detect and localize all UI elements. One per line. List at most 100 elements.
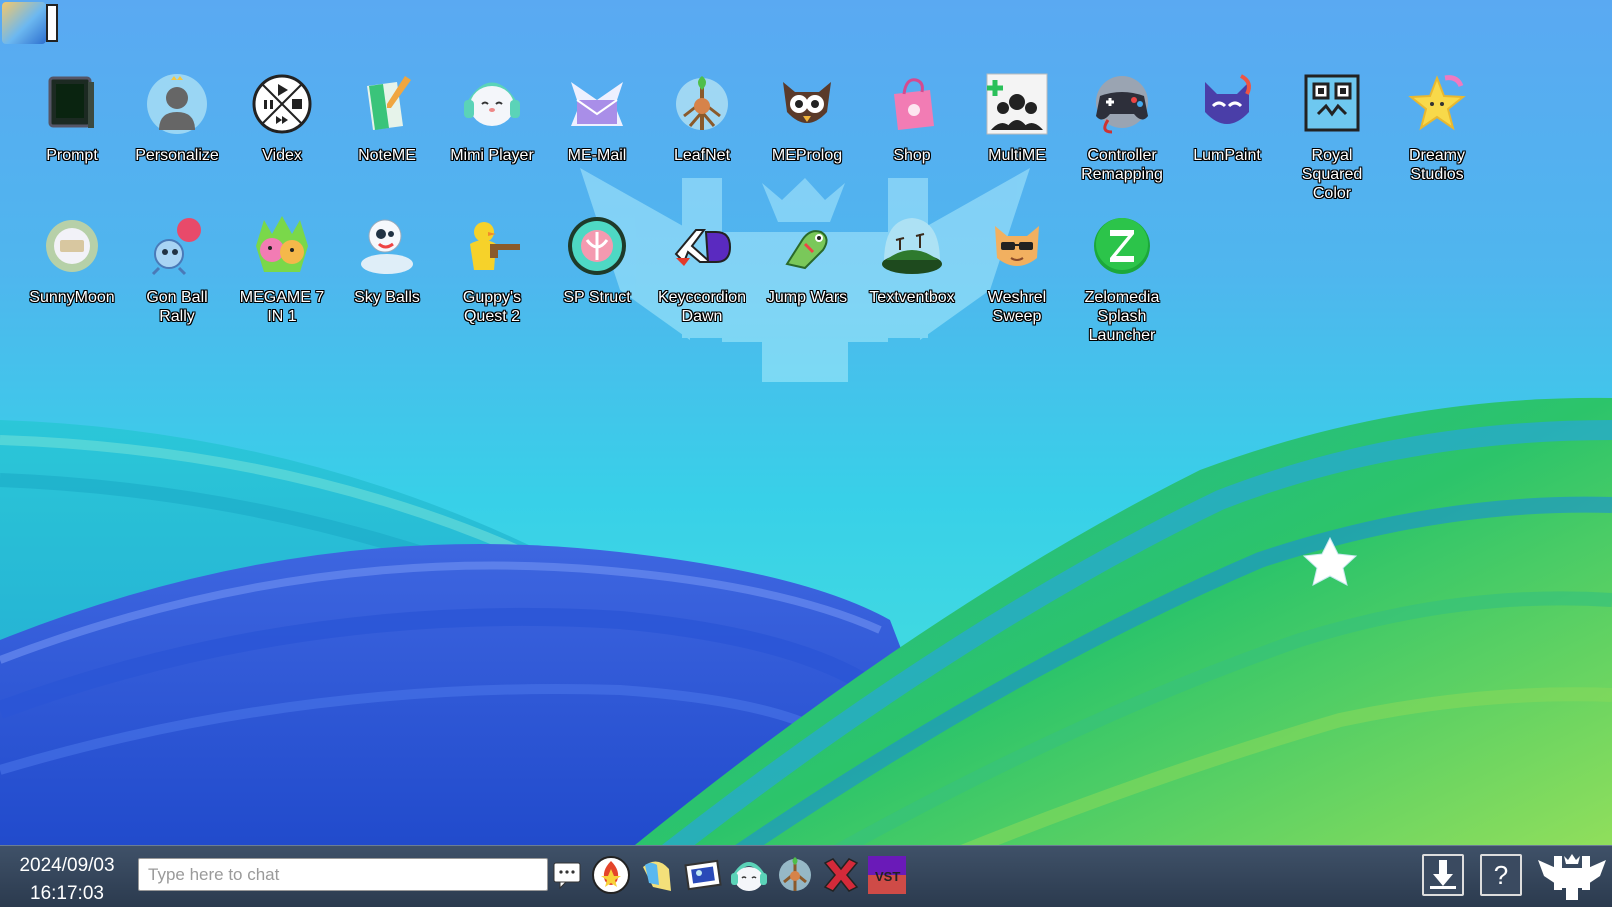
desktop-icon-videx[interactable]: Videx <box>232 72 332 165</box>
desktop-icon-multime[interactable]: MultiME <box>967 72 1067 165</box>
vst-app-icon: VST <box>868 856 906 894</box>
desktop-icon-controller-remapping[interactable]: Controller Remapping <box>1072 72 1172 184</box>
desktop-icon-sunnymoon[interactable]: SunnyMoon <box>22 214 122 307</box>
desktop-icon-keyccordion-dawn[interactable]: Keyccordion Dawn <box>652 214 752 326</box>
icon-label: LeafNet <box>673 147 731 164</box>
desktop-icon-royal-squared-color[interactable]: Royal Squared Color <box>1282 72 1382 203</box>
desktop-icon-guppys-quest-2[interactable]: Guppy's Quest 2 <box>442 214 542 326</box>
cat-paint-icon <box>1205 74 1251 124</box>
snowman-icon <box>361 219 413 274</box>
desktop-icon-sp-struct[interactable]: SP Struct <box>547 214 647 307</box>
taskbar-app-leafnet[interactable] <box>775 855 815 895</box>
clock-time: 16:17:03 <box>30 883 104 904</box>
chat-bubble-icon <box>553 862 581 890</box>
gamepad-icon <box>1096 76 1148 134</box>
frog-icon <box>785 230 828 270</box>
leaf-app-icon <box>643 861 671 891</box>
download-icon <box>1430 860 1456 889</box>
chat-send-button[interactable] <box>552 860 582 890</box>
icon-label: Videx <box>262 147 302 164</box>
desktop-icon-shop[interactable]: Shop <box>862 72 962 165</box>
keyboard-logo-icon <box>674 229 732 266</box>
corner-logo-icon[interactable] <box>2 2 46 44</box>
icon-label: Keyccordion Dawn <box>657 289 747 325</box>
icon-label: Dreamy Studios <box>1408 147 1465 183</box>
icon-label: Shop <box>893 147 931 164</box>
users-icon <box>986 73 1048 135</box>
svg-text:?: ? <box>1494 860 1508 890</box>
notepad-icon <box>367 76 411 130</box>
taskbar-app-leaf[interactable] <box>637 855 677 895</box>
icon-label: Royal Squared Color <box>1301 147 1363 202</box>
desktop-icon-leafnet[interactable]: LeafNet <box>652 72 752 165</box>
monsters-icon <box>256 216 308 272</box>
circle-emblem-icon <box>568 217 626 275</box>
icon-label: SunnyMoon <box>29 289 115 306</box>
desktop-icon-jump-wars[interactable]: Jump Wars <box>757 214 857 307</box>
clock[interactable]: 2024/09/03 16:17:03 <box>6 852 128 907</box>
desktop-icon-prompt[interactable]: Prompt <box>22 72 122 165</box>
sun-icon <box>46 220 98 272</box>
desktop-icon-zelomedia-splash-launcher[interactable]: Zelomedia Splash Launcher <box>1072 214 1172 345</box>
taskbar-app-flame[interactable] <box>591 855 631 895</box>
desktop-icon-megame[interactable]: MEGAME 7 IN 1 <box>232 214 332 326</box>
desktop-icon-dreamy-studios[interactable]: Dreamy Studios <box>1387 72 1487 184</box>
icon-label: Jump Wars <box>766 289 848 306</box>
desktop-icon-lumpaint[interactable]: LumPaint <box>1177 72 1277 165</box>
flame-badge-icon <box>592 856 630 894</box>
icon-label: MEProlog <box>771 147 843 164</box>
desktop-icon-weshrel-sweep[interactable]: Weshrel Sweep <box>967 214 1067 326</box>
icon-label: Guppy's Quest 2 <box>462 289 522 325</box>
desktop-icon-textventbox[interactable]: Textventbox <box>862 214 962 307</box>
cool-fox-icon <box>995 226 1039 266</box>
island-globe-icon <box>882 218 942 274</box>
ball-creature-icon <box>151 218 201 276</box>
desktop-icon-me-mail[interactable]: ME-Mail <box>547 72 647 165</box>
svg-text:VST: VST <box>875 869 900 884</box>
desktop-icon-meprolog[interactable]: MEProlog <box>757 72 857 165</box>
star-icon <box>1408 75 1466 131</box>
icon-label: Controller Remapping <box>1081 147 1163 183</box>
icon-label: SP Struct <box>563 289 631 306</box>
duck-blaster-icon <box>470 222 520 270</box>
start-menu-button[interactable] <box>1536 850 1608 902</box>
clock-date: 2024/09/03 <box>19 855 115 876</box>
icon-label: Personalize <box>135 147 219 164</box>
square-face-icon <box>1304 74 1360 132</box>
desktop-icon-gon-ball-rally[interactable]: Gon Ball Rally <box>127 214 227 326</box>
taskbar-app-vst[interactable]: VST <box>867 855 907 895</box>
icon-label: Textventbox <box>869 289 955 306</box>
icon-label: Sky Balls <box>354 289 420 306</box>
desktop[interactable]: Prompt Personalize Videx NoteME Mimi Pla… <box>0 0 1612 907</box>
person-crown-icon <box>147 74 207 134</box>
corner-text-cursor <box>46 4 58 42</box>
help-button[interactable]: ? <box>1480 854 1522 896</box>
envelope-icon <box>571 82 623 126</box>
red-x-app-icon <box>823 858 859 892</box>
photo-app-icon <box>684 859 722 891</box>
video-controls-icon <box>252 74 312 134</box>
terminal-icon <box>48 76 94 128</box>
icon-label: LumPaint <box>1193 147 1261 164</box>
crest-icon <box>1538 854 1606 900</box>
desktop-icon-personalize[interactable]: Personalize <box>127 72 227 165</box>
headphone-cat-icon <box>464 82 520 126</box>
icon-label: Weshrel Sweep <box>987 289 1047 325</box>
icon-label: Zelomedia Splash Launcher <box>1084 289 1160 344</box>
taskbar-app-mimi[interactable] <box>729 855 769 895</box>
desktop-icon-noteme[interactable]: NoteME <box>337 72 437 165</box>
desktop-icon-sky-balls[interactable]: Sky Balls <box>337 214 437 307</box>
help-icon: ? <box>1494 860 1508 890</box>
download-button[interactable] <box>1422 854 1464 896</box>
icon-label: MultiME <box>988 147 1046 164</box>
taskbar-app-photo[interactable] <box>683 855 723 895</box>
icon-label: Prompt <box>46 147 98 164</box>
desktop-icon-mimi-player[interactable]: Mimi Player <box>442 72 542 165</box>
chat-input[interactable] <box>138 858 548 891</box>
leafnet-app-icon <box>779 857 811 891</box>
icon-label: MEGAME 7 IN 1 <box>239 289 325 325</box>
owl-icon <box>783 82 831 123</box>
icon-label: NoteME <box>358 147 416 164</box>
shopping-bag-icon <box>894 78 934 130</box>
taskbar-app-red-x[interactable] <box>821 855 861 895</box>
